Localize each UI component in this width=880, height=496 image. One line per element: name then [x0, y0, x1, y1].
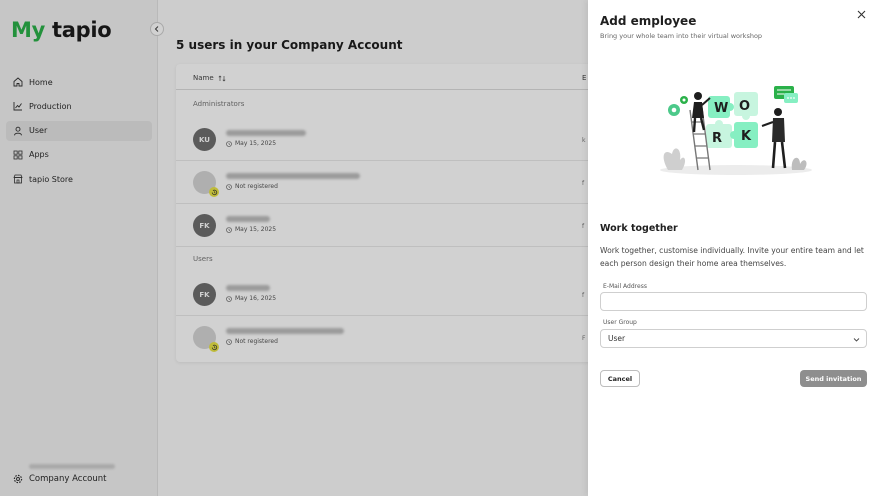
puzzle-letter: R — [712, 131, 722, 146]
close-button[interactable] — [854, 7, 868, 21]
cancel-button[interactable]: Cancel — [600, 370, 640, 387]
drawer-subtitle: Bring your whole team into their virtual… — [600, 32, 763, 40]
user-group-value: User — [608, 334, 626, 343]
puzzle-letter: W — [714, 101, 728, 116]
email-field[interactable] — [600, 292, 867, 311]
modal-backdrop[interactable] — [0, 0, 588, 496]
send-invitation-button[interactable]: Send invitation — [800, 370, 867, 387]
puzzle-letter: K — [741, 129, 752, 144]
add-employee-drawer: Add employee Bring your whole team into … — [588, 0, 880, 496]
section-heading: Work together — [600, 223, 678, 234]
close-icon — [857, 10, 865, 18]
email-field-label: E-Mail Address — [603, 283, 647, 290]
puzzle-letter: O — [739, 99, 750, 114]
chevron-down-icon — [853, 338, 860, 342]
user-group-label: User Group — [603, 319, 637, 326]
drawer-title: Add employee — [600, 14, 697, 28]
work-together-illustration: W O R K — [660, 86, 812, 175]
user-group-select[interactable]: User — [600, 329, 867, 348]
section-description: Work together, customise individually. I… — [600, 246, 864, 269]
